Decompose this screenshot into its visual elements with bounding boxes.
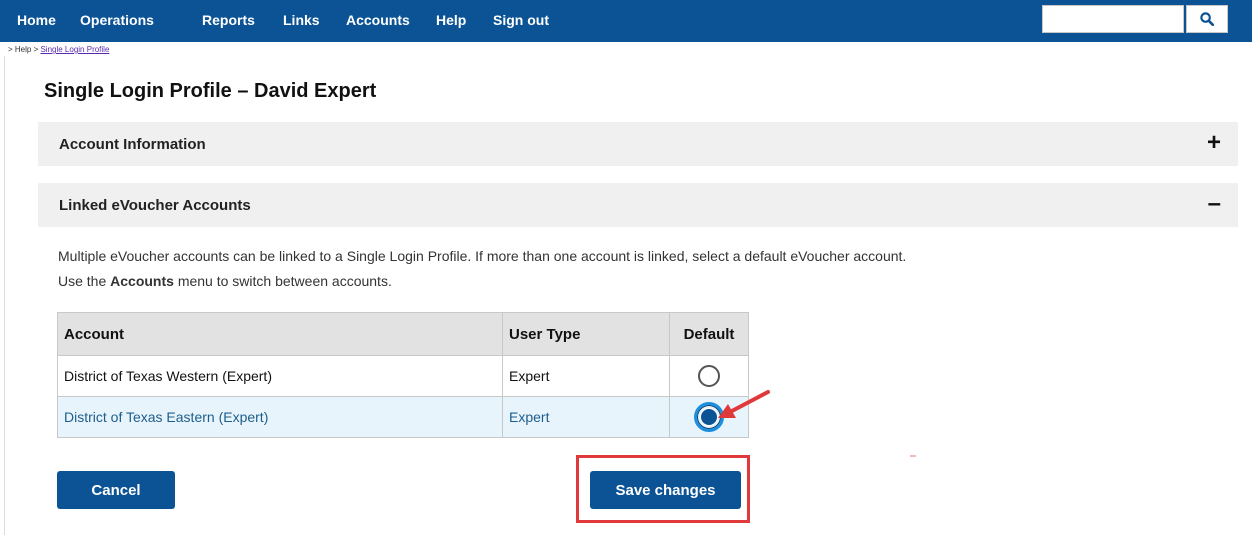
collapse-icon[interactable]: – [1208,192,1221,216]
annotation-mark [910,455,916,457]
expand-icon[interactable]: + [1207,131,1221,155]
linked-accounts-description: Multiple eVoucher accounts can be linked… [58,248,907,264]
nav-help-link[interactable]: Help [436,12,466,28]
account-name-cell: District of Texas Western (Expert) [57,355,503,397]
panel-account-information[interactable]: Account Information + [38,122,1238,166]
breadcrumb-current-link[interactable]: Single Login Profile [40,45,109,54]
red-arrow-annotation-icon [718,390,770,418]
nav-accounts-link[interactable]: Accounts [346,12,410,28]
table-row-selected: District of Texas Eastern (Expert) Exper… [57,396,749,438]
table-header-row: Account User Type Default [57,312,749,356]
linked-accounts-table: Account User Type Default District of Te… [57,312,749,438]
user-type-cell: Expert [502,355,670,397]
search-icon [1200,12,1214,26]
page-title: Single Login Profile – David Expert [44,80,377,102]
search-input[interactable] [1042,5,1184,33]
top-navigation-bar: Home Operations Reports Links Accounts H… [0,0,1252,42]
accounts-menu-hint: Use the Accounts menu to switch between … [58,273,392,289]
content-left-border [4,56,5,535]
hint-text: Use the [58,273,111,289]
nav-reports-link[interactable]: Reports [202,12,255,28]
account-name-cell: District of Texas Eastern (Expert) [57,396,503,438]
user-type-cell: Expert [502,396,670,438]
panel-label: Account Information [59,136,206,153]
cancel-button[interactable]: Cancel [57,471,175,509]
nav-home-link[interactable]: Home [17,12,56,28]
default-radio-unselected[interactable] [698,365,720,387]
hint-accounts-bold: Accounts [110,273,174,289]
nav-operations-link[interactable]: Operations [80,12,154,28]
column-header-user-type: User Type [502,312,670,356]
hint-text-end: menu to switch between accounts. [173,273,392,289]
panel-linked-evoucher-accounts[interactable]: Linked eVoucher Accounts – [38,183,1238,227]
panel-label: Linked eVoucher Accounts [59,197,251,214]
search-button[interactable] [1186,5,1228,33]
nav-links-link[interactable]: Links [283,12,320,28]
column-header-account: Account [57,312,503,356]
column-header-default: Default [669,312,749,356]
breadcrumb-prefix: > Help > [8,45,41,54]
table-row: District of Texas Western (Expert) Exper… [57,355,749,397]
save-changes-button[interactable]: Save changes [590,471,741,509]
breadcrumb: > Help > Single Login Profile [8,45,109,54]
nav-signout-link[interactable]: Sign out [493,12,549,28]
